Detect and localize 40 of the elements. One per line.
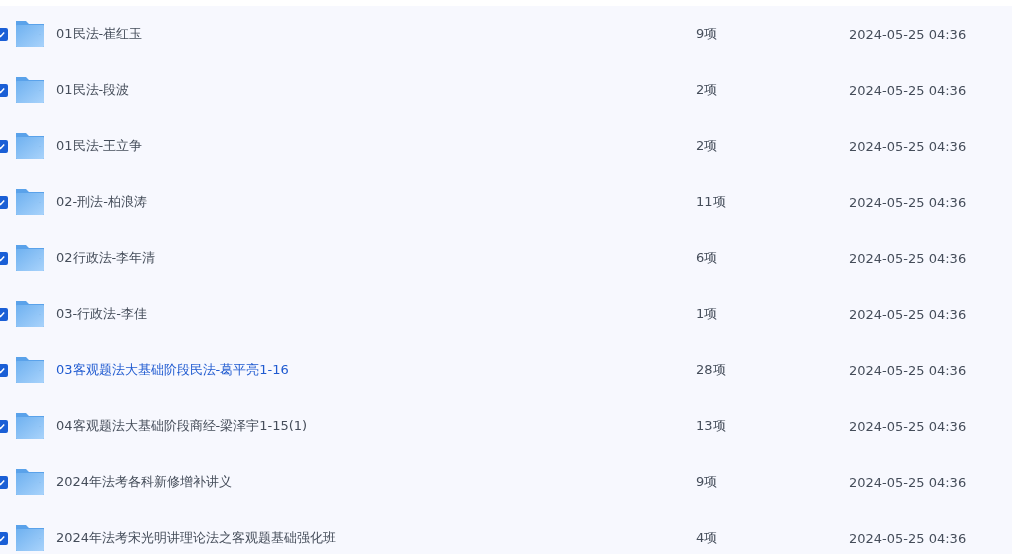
folder-name[interactable]: 03客观题法大基础阶段民法-葛平亮1-16: [56, 361, 696, 379]
modified-date: 2024-05-25 04:36: [849, 306, 967, 322]
folder-icon: [15, 412, 45, 440]
folder-icon: [15, 20, 45, 48]
folder-name[interactable]: 2024年法考各科新修增补讲义: [56, 473, 696, 491]
modified-date: 2024-05-25 04:36: [849, 138, 967, 154]
folder-name[interactable]: 04客观题法大基础阶段商经-梁泽宇1-15(1): [56, 417, 696, 435]
modified-date: 2024-05-25 04:36: [849, 82, 967, 98]
folder-icon: [15, 188, 45, 216]
folder-name[interactable]: 02-刑法-柏浪涛: [56, 193, 696, 211]
modified-date: 2024-05-25 04:36: [849, 530, 967, 546]
folder-icon: [15, 76, 45, 104]
item-count: 2项: [696, 81, 719, 99]
item-count: 9项: [696, 473, 719, 491]
item-count: 2项: [696, 137, 719, 155]
modified-date: 2024-05-25 04:36: [849, 250, 967, 266]
item-count: 1项: [696, 305, 719, 323]
folder-icon: [15, 524, 45, 552]
item-count: 28项: [696, 361, 727, 379]
item-count: 6项: [696, 249, 719, 267]
item-count: 9项: [696, 25, 719, 43]
modified-date: 2024-05-25 04:36: [849, 418, 967, 434]
folder-name[interactable]: 01民法-段波: [56, 81, 696, 99]
folder-icon: [15, 244, 45, 272]
folder-name[interactable]: 02行政法-李年清: [56, 249, 696, 267]
item-count: 13项: [696, 417, 727, 435]
folder-icon: [15, 300, 45, 328]
folder-icon: [15, 356, 45, 384]
modified-date: 2024-05-25 04:36: [849, 362, 967, 378]
item-count: 4项: [696, 529, 719, 547]
folder-name[interactable]: 03-行政法-李佳: [56, 305, 696, 323]
modified-date: 2024-05-25 04:36: [849, 474, 967, 490]
folder-name[interactable]: 01民法-王立争: [56, 137, 696, 155]
item-count: 11项: [696, 193, 727, 211]
folder-name[interactable]: 2024年法考宋光明讲理论法之客观题基础强化班: [56, 529, 696, 547]
folder-name[interactable]: 01民法-崔红玉: [56, 25, 696, 43]
folder-icon: [15, 468, 45, 496]
modified-date: 2024-05-25 04:36: [849, 194, 967, 210]
modified-date: 2024-05-25 04:36: [849, 26, 967, 42]
folder-icon: [15, 132, 45, 160]
